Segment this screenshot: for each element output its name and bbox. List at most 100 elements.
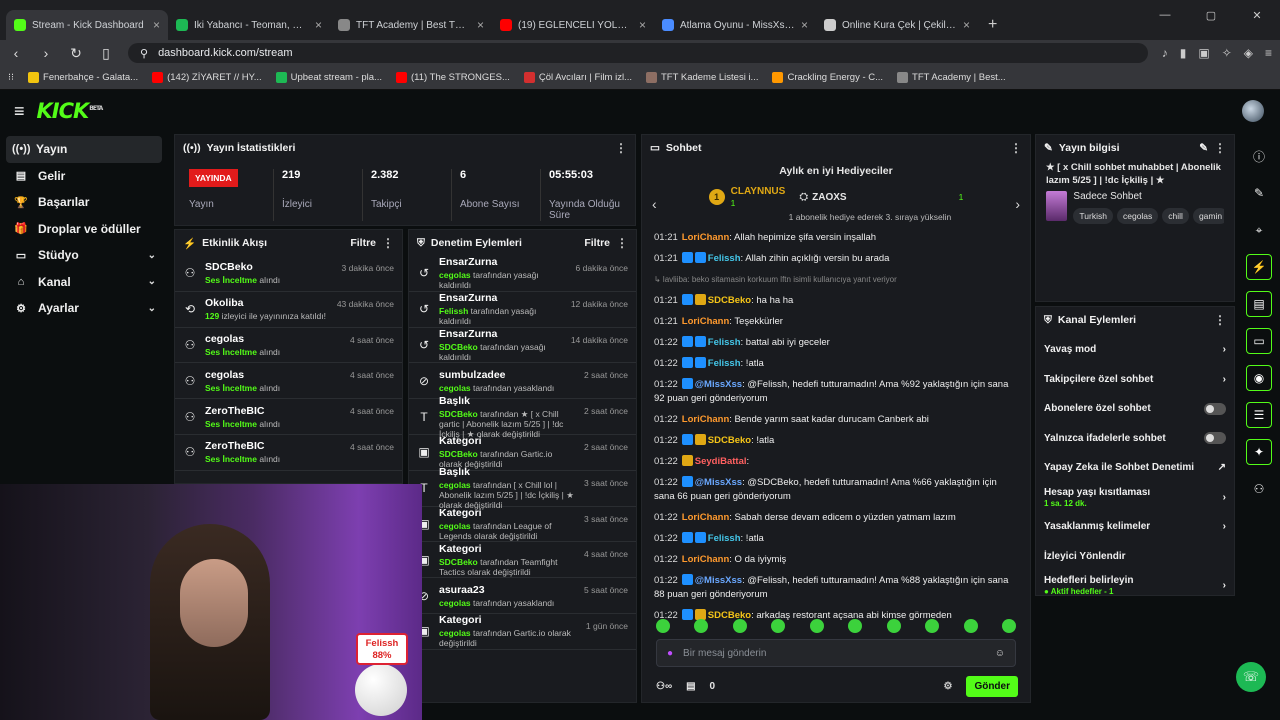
chat-bubble-icon[interactable]: ▭ <box>1246 328 1272 354</box>
feed-user-name[interactable]: Başlık <box>439 466 576 478</box>
minimize-icon[interactable]: — <box>1142 0 1188 30</box>
menu-icon[interactable]: ≡ <box>1265 46 1272 60</box>
chat-username[interactable]: SeydiBattal <box>695 456 747 467</box>
emote-icon[interactable] <box>771 619 786 633</box>
emote-icon[interactable] <box>848 619 863 633</box>
close-tab-icon[interactable]: × <box>639 18 646 32</box>
kick-logo[interactable]: KICKBETA <box>37 99 104 123</box>
maximize-icon[interactable]: ▢ <box>1188 0 1234 30</box>
sidepanel-icon[interactable]: ▮ <box>1180 46 1187 60</box>
chevron-right-icon[interactable]: › <box>1223 374 1226 385</box>
channel-action-item[interactable]: Yavaş mod › <box>1036 335 1234 365</box>
close-window-icon[interactable]: ✕ <box>1234 0 1280 30</box>
close-tab-icon[interactable]: × <box>315 18 322 32</box>
browser-tab[interactable]: İki Yabancı - Teoman, Şebnem Fe × <box>168 10 330 40</box>
chevron-right-icon[interactable]: › <box>1223 521 1226 532</box>
close-tab-icon[interactable]: × <box>801 18 808 32</box>
feed-user-name[interactable]: cegolas <box>205 369 342 381</box>
close-tab-icon[interactable]: × <box>963 18 970 32</box>
bookmark-item[interactable]: Crackling Energy - C... <box>772 72 883 83</box>
forward-icon[interactable]: › <box>38 45 54 61</box>
channel-action-item[interactable]: Hedefleri belirleyin ● Aktif hedefler - 1… <box>1036 571 1234 601</box>
emote-icon[interactable] <box>886 619 901 633</box>
emote-icon[interactable] <box>809 619 824 633</box>
channel-action-item[interactable]: Hesap yaşı kısıtlaması 1 sa. 12 dk. › <box>1036 483 1234 513</box>
chat-username[interactable]: LoriChann <box>682 232 730 243</box>
gifter-2[interactable]: ⛭ ZAOXS <box>799 191 846 204</box>
chat-username[interactable]: Felissh <box>708 533 741 544</box>
emote-icon[interactable] <box>656 619 670 633</box>
bookmark-item[interactable]: TFT Kademe Listesi i... <box>645 72 758 83</box>
more-options-icon[interactable]: ⋮ <box>1010 141 1022 155</box>
broadcast-icon[interactable]: ◉ <box>1246 365 1272 391</box>
chevron-right-icon[interactable]: › <box>1223 344 1226 355</box>
tag-chip[interactable]: gamin <box>1192 208 1224 224</box>
close-tab-icon[interactable]: × <box>153 18 160 32</box>
tag-chip[interactable]: chill <box>1162 208 1189 224</box>
browser-tab[interactable]: (19) EĞLENCELİ YOLCULUĞUN SONU × <box>492 10 654 40</box>
chat-username[interactable]: LoriChann <box>682 554 730 565</box>
chevron-right-icon[interactable]: › <box>1223 492 1226 503</box>
apps-icon[interactable]: ⁝⁝ <box>8 72 14 83</box>
filter-button[interactable]: Filtre <box>584 237 610 249</box>
bookmark-item[interactable]: Fenerbahçe - Galata... <box>28 72 138 83</box>
chevron-down-icon[interactable]: ⌄ <box>148 303 156 314</box>
layout-icon[interactable]: ☰ <box>1246 402 1272 428</box>
more-options-icon[interactable]: ⋮ <box>1214 313 1226 327</box>
channel-action-item[interactable]: Yalnızca ifadelerle sohbet <box>1036 424 1234 454</box>
chevron-down-icon[interactable]: ⌄ <box>148 276 156 287</box>
wrench-icon[interactable]: ✦ <box>1246 439 1272 465</box>
chat-input[interactable]: ● Bir mesaj gönderin ☺ <box>656 639 1016 667</box>
browser-tab[interactable]: Stream - Kick Dashboard × <box>6 10 168 40</box>
wallet-icon[interactable]: ▣ <box>1198 46 1209 60</box>
send-button[interactable]: Gönder <box>966 675 1018 697</box>
chevron-down-icon[interactable]: ⌄ <box>148 250 156 261</box>
feed-user-name[interactable]: cegolas <box>205 333 342 345</box>
bookmark-item[interactable]: TFT Academy | Best... <box>897 72 1006 83</box>
feed-user-name[interactable]: Okoliba <box>205 297 329 309</box>
channel-action-item[interactable]: Abonelere özel sohbet <box>1036 394 1234 424</box>
chat-username[interactable]: @MissXss <box>695 477 742 488</box>
channel-action-item[interactable]: Yasaklanmış kelimeler › <box>1036 512 1234 542</box>
chevron-right-icon[interactable]: › <box>1223 580 1226 591</box>
close-tab-icon[interactable]: × <box>477 18 484 32</box>
tag-chip[interactable]: Turkish <box>1073 208 1113 224</box>
bookmark-icon[interactable]: ▯ <box>98 45 114 62</box>
channel-action-item[interactable]: Yapay Zeka ile Sohbet Denetimi ↗ <box>1036 453 1234 483</box>
bolt-icon[interactable]: ⚡ <box>1246 254 1272 280</box>
help-chat-button[interactable]: ☏ <box>1236 662 1266 692</box>
chat-username[interactable]: LoriChann <box>682 512 730 523</box>
feed-user-name[interactable]: ZeroTheBIC <box>205 440 342 452</box>
emote-icon[interactable] <box>1001 619 1016 633</box>
feed-user-name[interactable]: ZeroTheBIC <box>205 405 342 417</box>
feed-user-name[interactable]: sumbulzadee <box>439 369 576 381</box>
bookmark-item[interactable]: Upbeat stream - pla... <box>275 72 382 83</box>
reload-icon[interactable]: ↻ <box>68 45 84 62</box>
feed-user-name[interactable]: EnsarZurna <box>439 292 563 304</box>
emote-icon[interactable] <box>925 619 940 633</box>
user-avatar[interactable] <box>1242 100 1264 122</box>
chat-username[interactable]: Felissh <box>708 337 741 348</box>
chat-settings-icon[interactable]: ⚙ <box>943 681 952 692</box>
sidebar-item[interactable]: ▭ Stüdyo ⌄ <box>0 242 170 269</box>
gifter-1[interactable]: 1 CLAYNNUS 1 <box>708 185 785 209</box>
edit-icon[interactable]: ✎ <box>1199 142 1208 154</box>
chat-username[interactable]: @MissXss <box>695 575 742 586</box>
toggle-switch[interactable] <box>1204 432 1226 445</box>
info-icon[interactable]: ⓘ <box>1246 143 1272 169</box>
focus-icon[interactable]: ⌖ <box>1246 217 1272 243</box>
document-icon[interactable]: ▤ <box>1246 291 1272 317</box>
feed-user-name[interactable]: Başlık <box>439 395 576 407</box>
mic-icon[interactable]: ● <box>667 648 673 659</box>
chat-username[interactable]: @MissXss <box>695 379 742 390</box>
points-icon[interactable]: ▤ <box>686 681 695 692</box>
music-icon[interactable]: ♪ <box>1162 46 1168 60</box>
chat-username[interactable]: SDCBeko <box>708 295 751 306</box>
emote-icon[interactable] <box>732 619 747 633</box>
feed-user-name[interactable]: asuraa23 <box>439 584 576 596</box>
external-link-icon[interactable]: ↗ <box>1218 462 1226 473</box>
vpn-icon[interactable]: ◈ <box>1244 46 1253 60</box>
sidebar-item[interactable]: ((•)) Yayın <box>6 136 162 163</box>
chat-username[interactable]: Felissh <box>708 358 741 369</box>
bookmark-item[interactable]: (142) ZİYARET // HY... <box>152 72 262 83</box>
